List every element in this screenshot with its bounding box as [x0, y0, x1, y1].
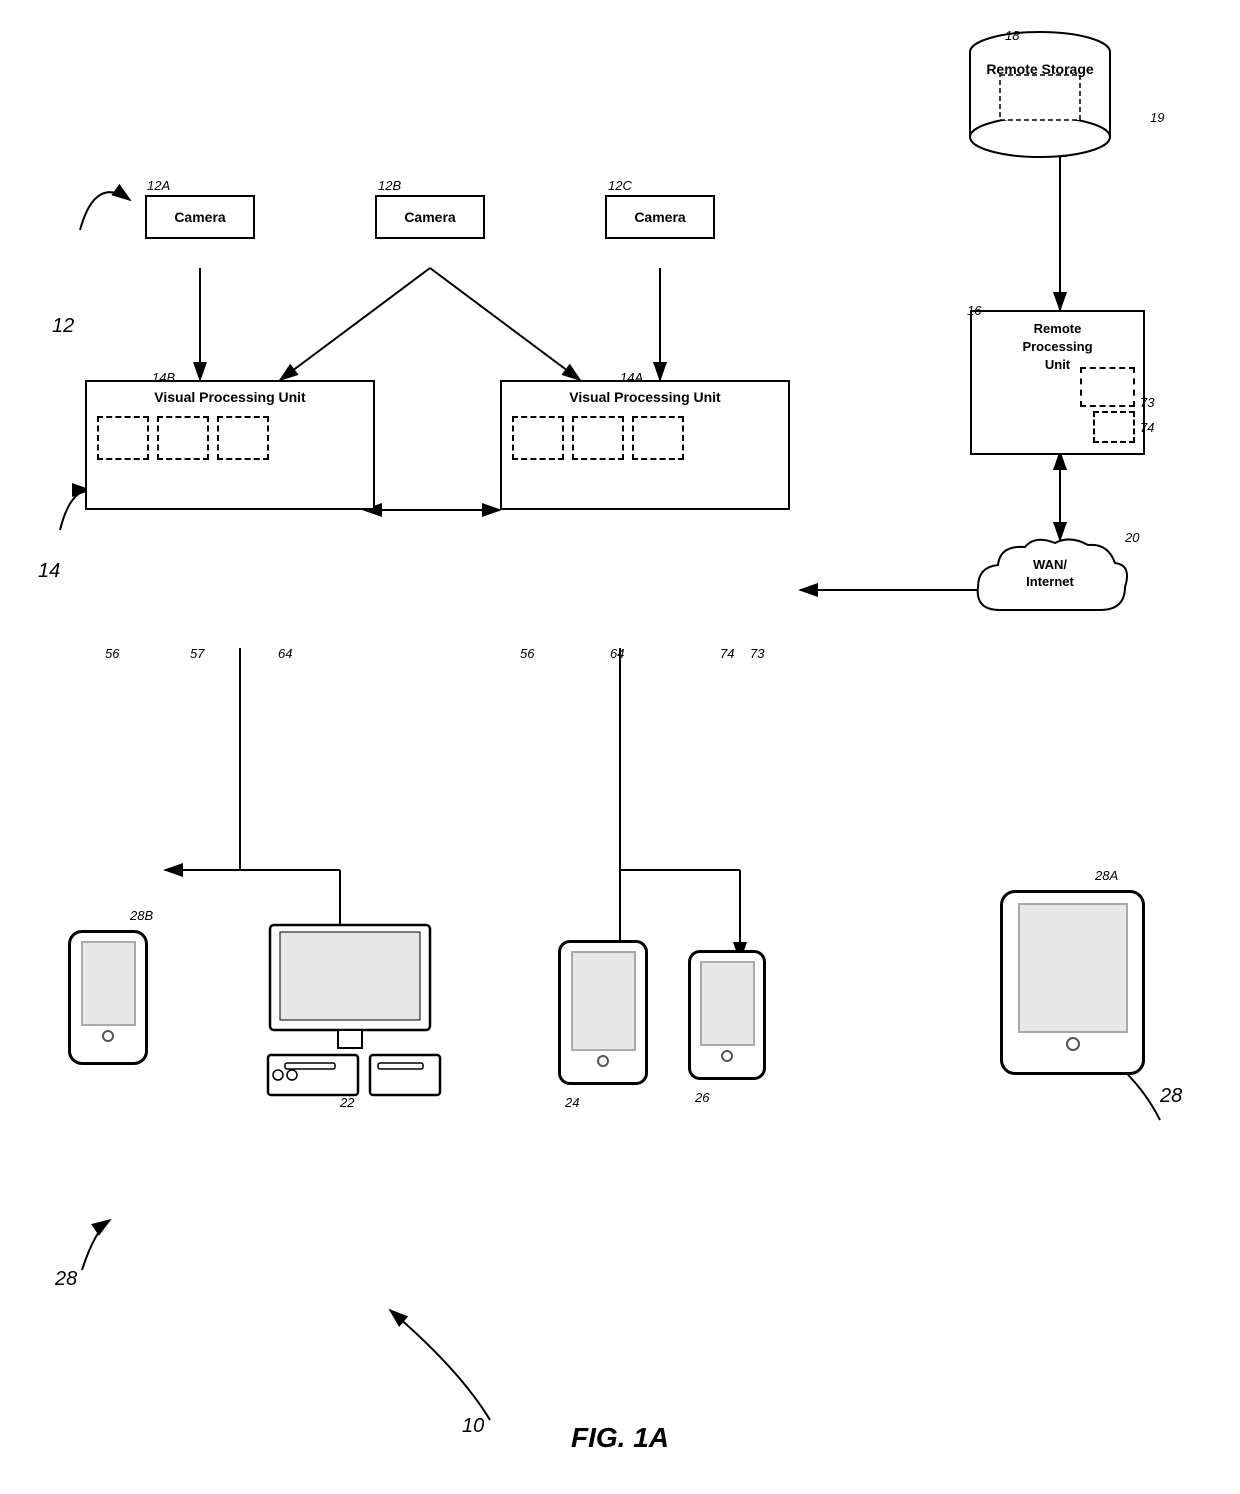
fig-caption: FIG. 1A	[520, 1422, 720, 1454]
label-19: 19	[1150, 110, 1164, 125]
label-10: 10	[462, 1415, 484, 1438]
label-28b: 28B	[130, 908, 153, 923]
label-56-14a: 56	[520, 646, 534, 661]
wan-cloud: WAN/Internet	[970, 535, 1130, 635]
vpu-14a: Visual Processing Unit	[500, 380, 790, 510]
label-57-14b: 57	[190, 646, 204, 661]
label-20: 20	[1125, 530, 1139, 545]
label-14b: 14B	[152, 370, 175, 385]
label-64-14b: 64	[278, 646, 292, 661]
vpu-14a-sub	[502, 410, 788, 468]
remote-storage: Remote Storage	[960, 30, 1120, 160]
tablet-28a-screen	[1018, 903, 1128, 1033]
computer-svg	[250, 920, 450, 1100]
vpu-14a-box-73	[632, 416, 684, 460]
label-28-left: 28	[55, 1268, 77, 1291]
label-16: 16	[967, 303, 981, 318]
vpu-14b-box-56	[97, 416, 149, 460]
rpu-dashed-73	[1080, 367, 1135, 407]
vpu-14b-box-57	[157, 416, 209, 460]
vpu-14b-title: Visual Processing Unit	[87, 382, 373, 410]
label-24: 24	[565, 1095, 579, 1110]
tablet-24-button	[597, 1055, 609, 1067]
label-14-group: 14	[38, 560, 60, 583]
label-73-14a: 73	[750, 646, 764, 661]
phone-26	[688, 950, 766, 1080]
wan-label: WAN/Internet	[970, 557, 1130, 591]
phone-26-button	[721, 1050, 733, 1062]
label-64-14a: 64	[610, 646, 624, 661]
camera-12b-text: Camera	[404, 209, 455, 225]
camera-12a-text: Camera	[174, 209, 225, 225]
computer-22	[250, 920, 450, 1100]
label-74-rpu: 74	[1140, 420, 1154, 435]
vpu-14b-sub	[87, 410, 373, 468]
label-56-14b: 56	[105, 646, 119, 661]
camera-12c: Camera	[605, 195, 715, 239]
vpu-14a-box-56	[512, 416, 564, 460]
tablet-28a-button	[1066, 1037, 1080, 1051]
vpu-14b: Visual Processing Unit	[85, 380, 375, 510]
label-26: 26	[695, 1090, 709, 1105]
rpu-sub	[1080, 367, 1135, 443]
vpu-14b-box-64	[217, 416, 269, 460]
rpu-dashed-74	[1093, 411, 1135, 443]
camera-12c-text: Camera	[634, 209, 685, 225]
vpu-14a-title: Visual Processing Unit	[502, 382, 788, 410]
label-28a: 28A	[1095, 868, 1118, 883]
tablet-24-screen	[571, 951, 636, 1051]
rpu-box: RemoteProcessingUnit	[970, 310, 1145, 455]
tablet-24	[558, 940, 648, 1085]
phone-26-screen	[700, 961, 755, 1046]
label-18: 18	[1005, 28, 1019, 43]
tablet-28a	[1000, 890, 1145, 1075]
remote-storage-label: Remote Storage	[960, 60, 1120, 78]
label-12b: 12B	[378, 178, 401, 193]
camera-12b: Camera	[375, 195, 485, 239]
phone-28b	[68, 930, 148, 1065]
label-73-rpu: 73	[1140, 395, 1154, 410]
vpu-14a-box-64	[572, 416, 624, 460]
label-28-right: 28	[1160, 1085, 1182, 1108]
label-12a: 12A	[147, 178, 170, 193]
label-14a: 14A	[620, 370, 643, 385]
label-22: 22	[340, 1095, 354, 1110]
diagram: Remote Storage 18 19 RemoteProcessingUni…	[0, 0, 1240, 1494]
phone-28b-button	[102, 1030, 114, 1042]
label-74-14a: 74	[720, 646, 734, 661]
camera-12a: Camera	[145, 195, 255, 239]
label-12-group: 12	[52, 315, 74, 338]
cylinder-svg	[960, 30, 1120, 160]
phone-28b-screen	[81, 941, 136, 1026]
label-12c: 12C	[608, 178, 632, 193]
